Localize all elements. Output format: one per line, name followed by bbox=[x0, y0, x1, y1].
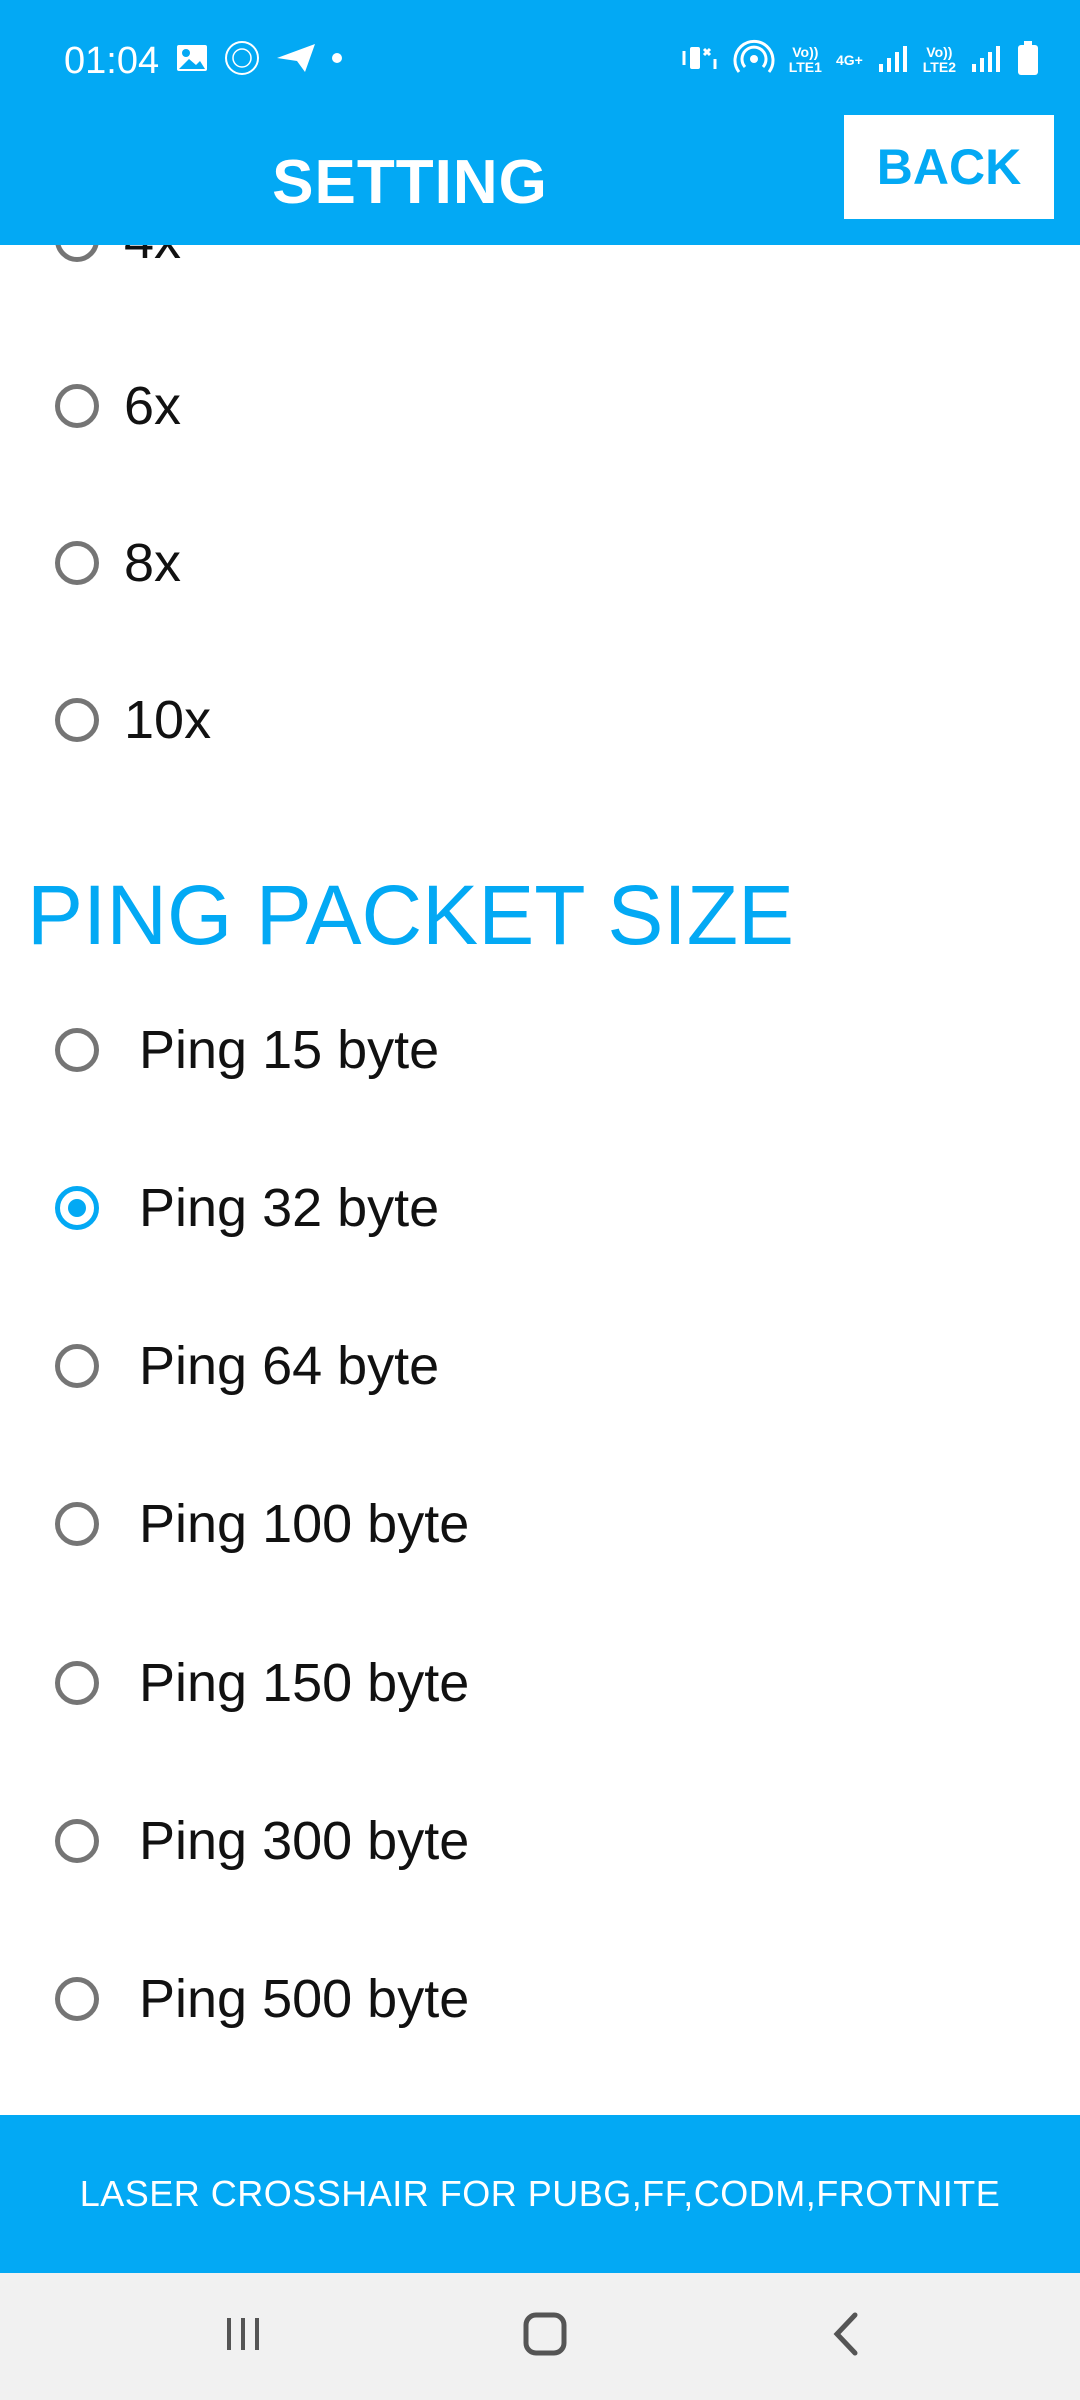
footer-banner[interactable]: LASER CROSSHAIR FOR PUBG,FF,CODM,FROTNIT… bbox=[0, 2115, 1080, 2273]
zoom-option-label: 10x bbox=[124, 690, 212, 750]
radio-button-8x[interactable] bbox=[55, 541, 99, 585]
zoom-option-8x[interactable]: 8x bbox=[0, 508, 1080, 618]
zoom-option-label: 6x bbox=[124, 376, 182, 436]
back-arrow-icon bbox=[825, 2309, 869, 2364]
status-right-icons: Vo)) LTE1 4G+ Vo)) LTE2 bbox=[681, 36, 1040, 84]
recent-apps-icon bbox=[221, 2312, 265, 2361]
signal1-icon bbox=[877, 42, 909, 79]
home-icon bbox=[520, 2309, 570, 2364]
radio-button-ping-150[interactable] bbox=[55, 1661, 99, 1705]
back-button[interactable]: BACK bbox=[844, 115, 1054, 219]
radio-button-ping-300[interactable] bbox=[55, 1819, 99, 1863]
radio-button-ping-15[interactable] bbox=[55, 1028, 99, 1072]
radio-button-ping-500[interactable] bbox=[55, 1977, 99, 2021]
status-bar: 01:04 Vo)) LTE1 4G+ Vo)) LTE2 bbox=[0, 0, 1080, 120]
radio-button-ping-64[interactable] bbox=[55, 1344, 99, 1388]
zoom-option-label: 8x bbox=[124, 533, 182, 593]
ping-option-32[interactable]: Ping 32 byte bbox=[0, 1153, 1080, 1263]
mute-vibrate-icon bbox=[681, 39, 719, 82]
system-navigation-bar bbox=[0, 2273, 1080, 2400]
lte1-label: Vo)) LTE1 bbox=[788, 44, 822, 75]
ping-option-label: Ping 300 byte bbox=[139, 1811, 470, 1871]
ping-option-64[interactable]: Ping 64 byte bbox=[0, 1311, 1080, 1421]
radio-button-6x[interactable] bbox=[55, 384, 99, 428]
app-icon bbox=[223, 39, 261, 82]
gallery-icon bbox=[175, 41, 209, 80]
send-icon bbox=[275, 41, 317, 80]
recent-apps-button[interactable] bbox=[183, 2301, 303, 2371]
zoom-option-6x[interactable]: 6x bbox=[0, 351, 1080, 461]
zoom-option-10x[interactable]: 10x bbox=[0, 665, 1080, 775]
ping-option-300[interactable]: Ping 300 byte bbox=[0, 1786, 1080, 1896]
radio-button-10x[interactable] bbox=[55, 698, 99, 742]
lte2-label: Vo)) LTE2 bbox=[922, 44, 956, 75]
ping-option-100[interactable]: Ping 100 byte bbox=[0, 1469, 1080, 1579]
radio-button-4x[interactable] bbox=[55, 245, 99, 262]
ping-option-150[interactable]: Ping 150 byte bbox=[0, 1628, 1080, 1738]
ping-section-title: PING PACKET SIZE bbox=[27, 868, 795, 962]
ping-option-label: Ping 500 byte bbox=[139, 1969, 470, 2029]
hotspot-icon bbox=[733, 37, 775, 84]
home-button[interactable] bbox=[485, 2301, 605, 2371]
radio-button-ping-32[interactable] bbox=[55, 1186, 99, 1230]
settings-content[interactable]: 4x 6x 8x 10x PING PACKET SIZE Ping 15 by… bbox=[0, 245, 1080, 2115]
back-navigation-button[interactable] bbox=[787, 2301, 907, 2371]
ping-option-label: Ping 100 byte bbox=[139, 1494, 470, 1554]
page-title: SETTING bbox=[272, 148, 548, 217]
signal2-icon bbox=[970, 42, 1002, 79]
radio-button-ping-100[interactable] bbox=[55, 1502, 99, 1546]
ping-option-label: Ping 15 byte bbox=[139, 1020, 440, 1080]
ping-option-label: Ping 32 byte bbox=[139, 1178, 440, 1238]
zoom-option-label: 4x bbox=[124, 245, 181, 271]
battery-icon bbox=[1016, 40, 1040, 81]
status-left-icons bbox=[175, 40, 343, 80]
ping-option-500[interactable]: Ping 500 byte bbox=[0, 1944, 1080, 2054]
network-type-label: 4G+ bbox=[835, 51, 863, 68]
zoom-option-4x[interactable]: 4x bbox=[0, 245, 1080, 295]
status-time: 01:04 bbox=[64, 40, 160, 82]
ping-option-label: Ping 64 byte bbox=[139, 1336, 440, 1396]
ping-option-15[interactable]: Ping 15 byte bbox=[0, 995, 1080, 1105]
notification-dot-icon bbox=[331, 51, 343, 69]
ping-option-label: Ping 150 byte bbox=[139, 1653, 470, 1713]
